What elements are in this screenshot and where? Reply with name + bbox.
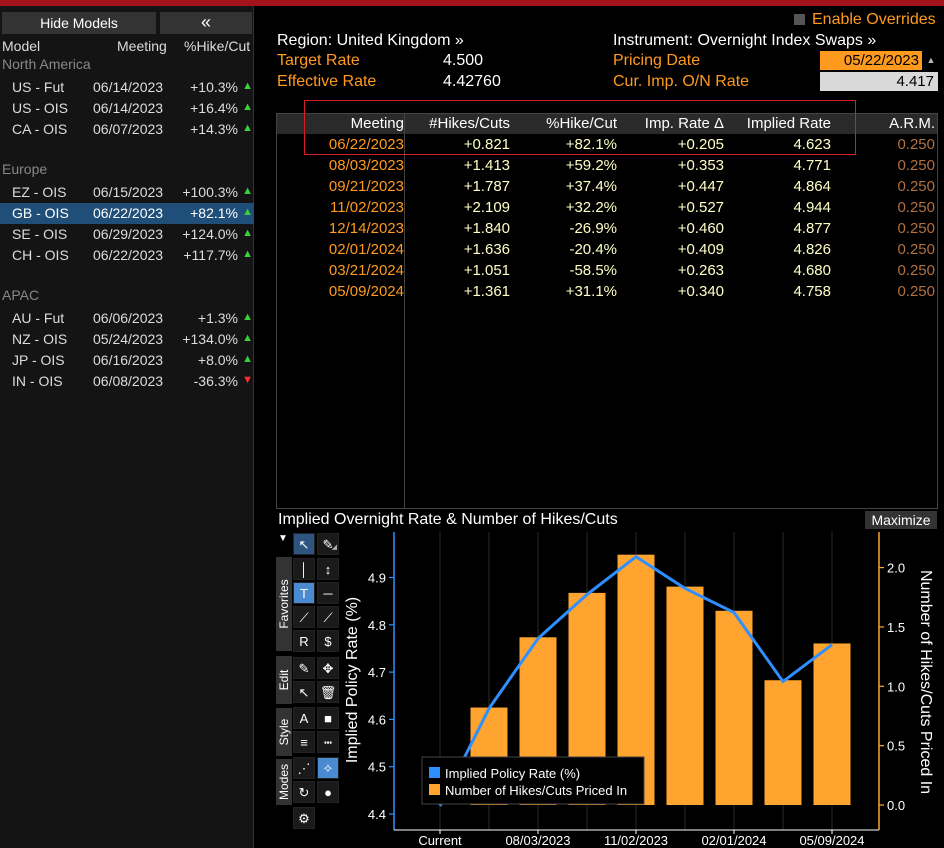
- left-tick-label: 4.8: [368, 618, 386, 633]
- left-axis-label: Implied Policy Rate (%): [344, 597, 361, 763]
- x-tick-label: Current: [418, 833, 462, 848]
- x-tick-label: 11/02/2023: [604, 833, 668, 848]
- left-tick-label: 4.4: [368, 807, 386, 822]
- legend-bar-swatch: [429, 784, 440, 795]
- right-tick-label: 0.5: [887, 739, 905, 754]
- legend-line-label: Implied Policy Rate (%): [445, 766, 580, 781]
- right-tick-label: 2.0: [887, 561, 905, 576]
- x-tick-label: 08/03/2023: [505, 833, 570, 848]
- left-tick-label: 4.5: [368, 760, 386, 775]
- bar: [813, 643, 851, 805]
- left-tick-label: 4.7: [368, 665, 386, 680]
- right-tick-label: 1.0: [887, 679, 905, 694]
- right-tick-label: 0.0: [887, 798, 905, 813]
- right-tick-label: 1.5: [887, 620, 905, 635]
- x-tick-label: 02/01/2024: [701, 833, 766, 848]
- right-axis-label: Number of Hikes/Cuts Priced In: [917, 570, 934, 794]
- rate-hikes-chart: 4.4 4.5 4.6 4.7 4.8 4.9 0.0 0.5 1.0 1.5 2.0 Current…: [344, 532, 934, 848]
- legend-bar-label: Number of Hikes/Cuts Priced In: [445, 783, 627, 798]
- left-tick-label: 4.6: [368, 712, 386, 727]
- bar: [666, 586, 704, 805]
- left-tick-label: 4.9: [368, 571, 386, 586]
- legend-line-swatch: [429, 767, 440, 778]
- bar: [764, 680, 802, 805]
- bar: [715, 610, 753, 805]
- x-tick-label: 05/09/2024: [799, 833, 864, 848]
